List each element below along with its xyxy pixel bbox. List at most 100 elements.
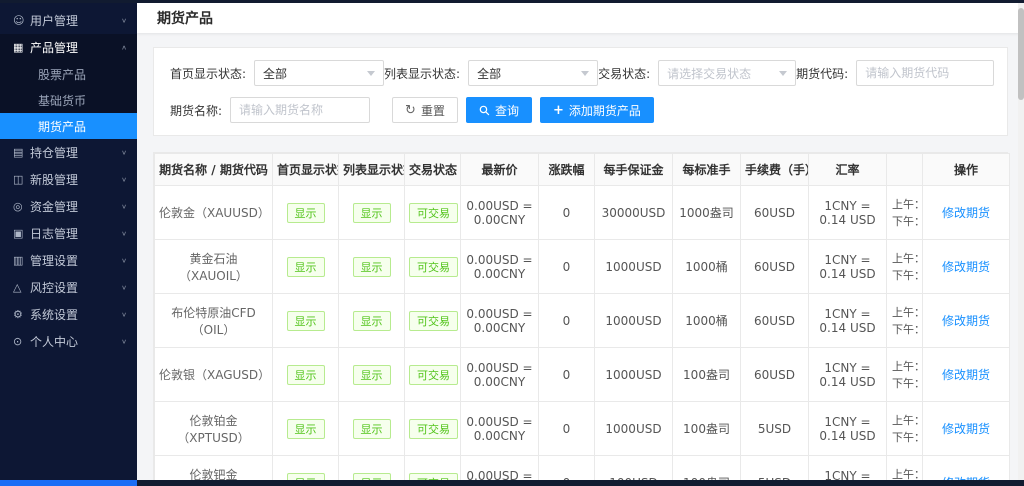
sidebar-item-position-management[interactable]: ▤持仓管理∨ [0,139,137,166]
list-display-cell: 显示 [339,456,405,481]
futures-table-card: 期货名称 / 期货代码首页显示状态列表显示状态交易状态最新价涨跌幅每手保证金每标… [153,152,1008,480]
column-header: 最新价 [461,154,539,186]
product-management-icon: ▦ [13,41,30,54]
margin-cell: 1000USD [595,240,673,294]
scrollbar-thumb[interactable] [1018,8,1024,100]
chevron-down-icon: ∨ [121,338,127,345]
home-display-select[interactable]: 全部 [254,60,384,86]
table-row: 布伦特原油CFD（OIL）显示显示可交易0.00USD = 0.00CNY010… [155,294,1010,348]
sidebar-subitem-futures-products[interactable]: 期货产品 [0,113,137,139]
table-row: 伦敦金（XAUUSD）显示显示可交易0.00USD = 0.00CNY03000… [155,186,1010,240]
chevron-down-icon: ∨ [121,284,127,291]
change-cell: 0 [539,348,595,402]
trade-time-morning: 上午： [892,250,918,267]
bottom-strip [0,480,1024,486]
sidebar-item-management-settings[interactable]: ▥管理设置∨ [0,247,137,274]
sidebar-item-product-management[interactable]: ▦产品管理∧ [0,34,137,61]
column-header: 每标准手 [673,154,741,186]
margin-cell: 1000USD [595,348,673,402]
page-scrollbar[interactable] [1018,3,1024,480]
sidebar-subitem-base-currency[interactable]: 基础货币 [0,87,137,113]
sidebar-item-system-settings[interactable]: ⚙系统设置∨ [0,301,137,328]
list-display-select[interactable]: 全部 [468,60,598,86]
rate-cell: 1CNY = 0.14 USD [809,348,887,402]
futures-table: 期货名称 / 期货代码首页显示状态列表显示状态交易状态最新价涨跌幅每手保证金每标… [154,153,1010,480]
list-display-badge: 显示 [353,365,391,385]
column-header: 交易状态 [405,154,461,186]
sidebar-subitem-stock-products[interactable]: 股票产品 [0,61,137,87]
edit-futures-link[interactable]: 修改期货 [942,206,990,220]
rate-cell: 1CNY = 0.14 USD [809,294,887,348]
std-lot-cell: 1000桶 [673,240,741,294]
sidebar-item-log-management[interactable]: ▣日志管理∨ [0,220,137,247]
add-futures-button[interactable]: + 添加期货产品 [540,97,654,123]
list-display-cell: 显示 [339,294,405,348]
edit-futures-link[interactable]: 修改期货 [942,260,990,274]
list-display-label: 列表显示状态: [384,65,460,82]
sidebar-item-fund-management[interactable]: ◎资金管理∨ [0,193,137,220]
sidebar-menu: ☺用户管理∨▦产品管理∧股票产品基础货币期货产品▤持仓管理∨◫新股管理∨◎资金管… [0,3,137,355]
trade-status-label: 交易状态: [598,65,650,82]
list-display-cell: 显示 [339,186,405,240]
system-settings-icon: ⚙ [13,308,30,321]
trade-time-morning: 上午： [892,196,918,213]
tradable-badge: 可交易 [409,365,458,385]
latest-price-cell: 0.00USD = 0.00CNY [461,240,539,294]
action-cell: 修改期货 [923,456,1010,481]
search-button[interactable]: 查询 [466,97,532,123]
sidebar-item-user-management[interactable]: ☺用户管理∨ [0,7,137,34]
page-title: 期货产品 [157,8,213,28]
futures-code-label: 期货代码: [796,65,848,82]
home-display-badge: 显示 [287,311,325,331]
add-futures-button-label: 添加期货产品 [569,102,641,119]
fee-cell: 5USD [741,402,809,456]
futures-name-cell: 伦敦钯金（XPDUSD） [155,456,273,481]
edit-futures-link[interactable]: 修改期货 [942,314,990,328]
sidebar-item-risk-settings[interactable]: △风控设置∨ [0,274,137,301]
chevron-down-icon: ∨ [121,230,127,237]
filter-group-home-display: 首页显示状态: 全部 [170,60,384,86]
column-header: 操作 [923,154,1010,186]
table-header: 期货名称 / 期货代码首页显示状态列表显示状态交易状态最新价涨跌幅每手保证金每标… [155,154,1010,186]
refresh-icon: ↻ [405,104,416,117]
new-stock-management-icon: ◫ [13,173,30,186]
sidebar: ☺用户管理∨▦产品管理∧股票产品基础货币期货产品▤持仓管理∨◫新股管理∨◎资金管… [0,3,137,480]
sidebar-item-new-stock-management[interactable]: ◫新股管理∨ [0,166,137,193]
futures-code-input[interactable] [856,60,994,86]
action-cell: 修改期货 [923,240,1010,294]
top-strip [0,0,1024,3]
trade-status-select[interactable]: 请选择交易状态 [658,60,796,86]
trade-time-cell: 上午：下午： [887,348,923,402]
edit-futures-link[interactable]: 修改期货 [942,422,990,436]
trade-time-cell: 上午：下午： [887,456,923,481]
futures-name-cell: 布伦特原油CFD（OIL） [155,294,273,348]
chevron-down-icon [581,71,589,76]
column-header [887,154,923,186]
latest-price-cell: 0.00USD = 0.00CNY [461,294,539,348]
home-display-label: 首页显示状态: [170,65,246,82]
chevron-down-icon: ∨ [121,176,127,183]
sidebar-subitem-label: 基础货币 [38,92,86,109]
change-cell: 0 [539,402,595,456]
reset-button[interactable]: ↻ 重置 [392,97,458,123]
trade-time-cell: 上午：下午： [887,186,923,240]
home-display-badge: 显示 [287,419,325,439]
list-display-value: 全部 [477,65,501,82]
rate-cell: 1CNY = 0.14 USD [809,402,887,456]
table-row: 黄金石油（XAUOIL）显示显示可交易0.00USD = 0.00CNY0100… [155,240,1010,294]
list-display-badge: 显示 [353,203,391,223]
latest-price-cell: 0.00USD = 0.00CNY [461,456,539,481]
trade-status-cell: 可交易 [405,240,461,294]
std-lot-cell: 1000盎司 [673,186,741,240]
chevron-up-icon: ∧ [121,44,127,51]
filter-group-list-display: 列表显示状态: 全部 [384,60,598,86]
fee-cell: 5USD [741,456,809,481]
column-header: 手续费（手） [741,154,809,186]
edit-futures-link[interactable]: 修改期货 [942,368,990,382]
main-area: 期货产品 首页显示状态: 全部 列表显示状态: 全部 [137,3,1024,480]
sidebar-item-label: 管理设置 [30,252,121,269]
table-header-row: 期货名称 / 期货代码首页显示状态列表显示状态交易状态最新价涨跌幅每手保证金每标… [155,154,1010,186]
position-management-icon: ▤ [13,146,30,159]
futures-name-input[interactable] [230,97,370,123]
sidebar-item-personal-center[interactable]: ⊙个人中心∨ [0,328,137,355]
